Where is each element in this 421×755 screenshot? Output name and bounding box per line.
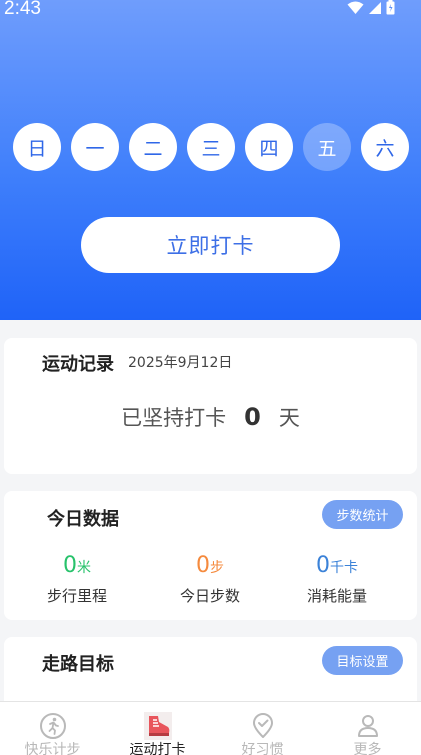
check-pin-icon bbox=[249, 712, 277, 740]
goal-settings-button[interactable]: 目标设置 bbox=[322, 646, 403, 675]
exercise-record-card: 运动记录 2025年9月12日 已坚持打卡 0 天 bbox=[4, 338, 417, 474]
steps-label: 今日步数 bbox=[179, 587, 240, 605]
stat-calories: 0千卡 消耗能量 bbox=[277, 553, 397, 606]
steps-value: 0 bbox=[196, 553, 210, 578]
persist-days-count: 0 bbox=[244, 403, 261, 431]
today-title: 今日数据 bbox=[47, 509, 119, 530]
status-icons bbox=[347, 0, 395, 15]
step-stats-button[interactable]: 步数统计 bbox=[322, 500, 403, 529]
tab-label: 快乐计步 bbox=[24, 742, 81, 755]
bottom-tab-bar: 快乐计步 运动打卡 好习惯 更多 bbox=[0, 701, 421, 755]
today-data-card: 今日数据 步数统计 0米 步行里程 0步 今日步数 0千卡 消耗能量 bbox=[4, 491, 417, 620]
record-date: 2025年9月12日 bbox=[128, 355, 233, 371]
distance-unit: 米 bbox=[77, 560, 91, 576]
tab-happy-steps[interactable]: 快乐计步 bbox=[0, 702, 105, 755]
running-icon bbox=[39, 712, 67, 740]
steps-unit: 步 bbox=[210, 560, 224, 576]
tab-label: 好习惯 bbox=[241, 742, 284, 755]
weekday-tue[interactable]: 二 bbox=[129, 123, 177, 171]
weekday-sat[interactable]: 六 bbox=[361, 123, 409, 171]
punch-in-button[interactable]: 立即打卡 bbox=[81, 217, 340, 273]
calories-label: 消耗能量 bbox=[306, 587, 367, 605]
weekday-wed[interactable]: 三 bbox=[187, 123, 235, 171]
persist-prefix: 已坚持打卡 bbox=[121, 406, 227, 430]
tab-label: 运动打卡 bbox=[129, 742, 186, 755]
distance-label: 步行里程 bbox=[46, 587, 107, 605]
record-title: 运动记录 bbox=[42, 354, 114, 375]
status-time: 2:43 bbox=[4, 0, 41, 19]
user-icon bbox=[354, 712, 382, 740]
weekday-mon[interactable]: 一 bbox=[71, 123, 119, 171]
tab-more[interactable]: 更多 bbox=[315, 702, 420, 755]
calories-unit: 千卡 bbox=[330, 560, 358, 576]
stat-distance: 0米 步行里程 bbox=[17, 553, 137, 606]
tab-good-habit[interactable]: 好习惯 bbox=[210, 702, 315, 755]
weekday-fri[interactable]: 五 bbox=[303, 123, 351, 171]
distance-value: 0 bbox=[63, 553, 77, 578]
weekday-selector: 日 一 二 三 四 五 六 bbox=[13, 123, 409, 171]
calories-value: 0 bbox=[316, 553, 330, 578]
status-bar: 2:43 bbox=[0, 0, 421, 20]
sneaker-icon bbox=[144, 712, 172, 740]
stat-steps: 0步 今日步数 bbox=[150, 553, 270, 606]
cell-signal-icon bbox=[368, 1, 382, 15]
tab-label: 更多 bbox=[353, 742, 382, 755]
wifi-icon bbox=[347, 1, 364, 15]
persist-suffix: 天 bbox=[278, 406, 300, 430]
tab-exercise-punch[interactable]: 运动打卡 bbox=[105, 702, 210, 755]
weekday-sun[interactable]: 日 bbox=[13, 123, 61, 171]
battery-icon bbox=[386, 0, 395, 15]
goal-title: 走路目标 bbox=[42, 654, 114, 675]
weekday-thu[interactable]: 四 bbox=[245, 123, 293, 171]
persist-streak: 已坚持打卡 0 天 bbox=[4, 402, 417, 432]
